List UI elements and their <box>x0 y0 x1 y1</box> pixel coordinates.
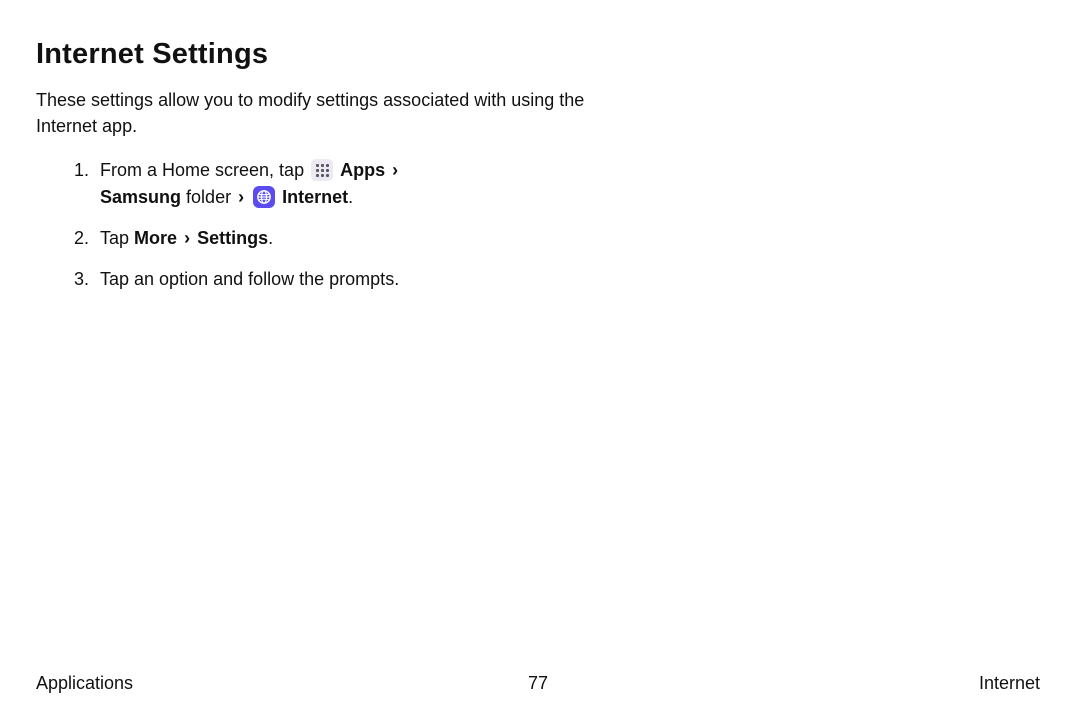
page-title: Internet Settings <box>36 38 1040 71</box>
internet-label: Internet <box>282 187 348 207</box>
step-1-period: . <box>348 187 353 207</box>
step-3: Tap an option and follow the prompts. <box>94 266 596 293</box>
step-2-period: . <box>268 228 273 248</box>
internet-icon <box>253 186 275 208</box>
footer-left: Applications <box>36 673 133 694</box>
apps-icon <box>311 159 333 181</box>
step-1-pre: From a Home screen, tap <box>100 160 309 180</box>
chevron-icon: › <box>236 187 246 207</box>
folder-text: folder <box>186 187 236 207</box>
footer-page-number: 77 <box>528 673 548 694</box>
manual-page: Internet Settings These settings allow y… <box>0 0 1080 720</box>
settings-label: Settings <box>197 228 268 248</box>
intro-paragraph: These settings allow you to modify setti… <box>36 87 596 139</box>
steps-list: From a Home screen, tap Apps › Samsung f… <box>36 157 596 293</box>
page-footer: Applications 77 Internet <box>36 673 1040 694</box>
more-label: More <box>134 228 177 248</box>
samsung-label: Samsung <box>100 187 181 207</box>
step-2: Tap More › Settings. <box>94 225 596 252</box>
footer-right: Internet <box>979 673 1040 694</box>
chevron-icon: › <box>390 160 400 180</box>
step-1: From a Home screen, tap Apps › Samsung f… <box>94 157 596 211</box>
step-2-pre: Tap <box>100 228 134 248</box>
apps-label: Apps <box>340 160 385 180</box>
chevron-icon: › <box>182 228 192 248</box>
